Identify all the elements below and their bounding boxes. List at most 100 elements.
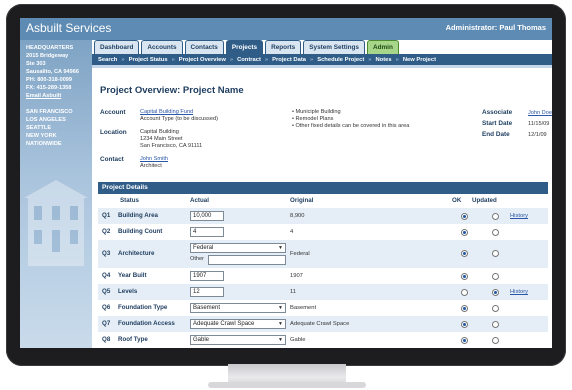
- building-count-input[interactable]: 4: [190, 227, 224, 237]
- original-value: 4: [290, 229, 294, 235]
- ok-radio[interactable]: [461, 213, 468, 220]
- contact-label: Contact: [100, 156, 124, 163]
- contact-link[interactable]: John Smith: [140, 156, 168, 163]
- history-link[interactable]: History: [510, 213, 528, 219]
- subnav-contract[interactable]: Contract: [237, 57, 261, 63]
- subnav-search[interactable]: Search: [98, 57, 117, 63]
- tab-contacts[interactable]: Contacts: [184, 40, 224, 54]
- ok-radio[interactable]: [461, 337, 468, 344]
- associate-link[interactable]: John Doe: [528, 110, 552, 117]
- table-row: Q7 Foundation Access Adequate Crawl Spac…: [98, 316, 548, 332]
- subnav-separator: »: [121, 56, 125, 63]
- location-line: 1234 Main Street: [140, 136, 183, 142]
- headquarters-address: HEADQUARTERS 2015 Bridgeway Ste 303 Saus…: [26, 44, 79, 100]
- updated-radio[interactable]: [492, 229, 499, 236]
- year-built-input[interactable]: 1907: [190, 271, 224, 281]
- account-info: Capital Building Fund Account Type (to b…: [140, 109, 218, 123]
- ok-radio[interactable]: [461, 250, 468, 257]
- roof-type-select[interactable]: Gable ▼: [190, 335, 286, 345]
- question-number: Q1: [102, 212, 111, 219]
- city-item: SEATTLE: [26, 125, 52, 131]
- updated-radio[interactable]: [492, 273, 499, 280]
- subnav-separator: »: [309, 56, 314, 63]
- question-label: Levels: [118, 288, 138, 295]
- ok-radio[interactable]: [461, 321, 468, 328]
- main-tabs: Dashboard Accounts Contacts Projects Rep…: [94, 40, 399, 54]
- subnav-project-overview[interactable]: Project Overview: [179, 57, 226, 63]
- ok-radio[interactable]: [461, 229, 468, 236]
- table-row: Q6 Foundation Type Basement ▼ Basement: [98, 300, 548, 316]
- tab-admin[interactable]: Admin: [366, 40, 399, 54]
- subnav-new-project[interactable]: New Project: [403, 57, 436, 63]
- table-row: Q8 Roof Type Gable ▼ Gable: [98, 332, 548, 348]
- architecture-select[interactable]: Federal ▼: [190, 243, 286, 253]
- email-link[interactable]: Email Asbuilt: [26, 92, 79, 100]
- office-cities: SAN FRANCISCO LOS ANGELES SEATTLE NEW YO…: [26, 108, 73, 148]
- subnav-separator: »: [368, 56, 372, 63]
- subnav-project-data[interactable]: Project Data: [272, 57, 306, 63]
- question-label: Year Built: [118, 272, 147, 279]
- updated-radio[interactable]: [492, 250, 499, 257]
- question-label: Architecture: [118, 250, 155, 257]
- ok-radio[interactable]: [461, 289, 468, 296]
- table-row: Q3 Architecture Federal ▼ Other Federal: [98, 240, 548, 268]
- monitor-stand-foot: [208, 382, 366, 388]
- question-number: Q3: [102, 250, 111, 257]
- start-date-label: Start Date: [482, 120, 513, 127]
- city-item: SAN FRANCISCO: [26, 109, 73, 115]
- contact-role: Architect: [140, 163, 162, 169]
- tab-accounts[interactable]: Accounts: [141, 40, 183, 54]
- column-updated: Updated: [472, 197, 497, 204]
- other-label: Other: [190, 256, 204, 262]
- tab-dashboard[interactable]: Dashboard: [94, 40, 140, 54]
- address-line: 2015 Bridgeway: [26, 53, 69, 59]
- updated-radio[interactable]: [492, 321, 499, 328]
- subnav-schedule-project[interactable]: Schedule Project: [317, 57, 364, 63]
- note-item: • Other fixed details can be covered in …: [292, 123, 410, 129]
- column-status: Status: [120, 197, 139, 204]
- column-original: Original: [290, 197, 314, 204]
- note-item: • Remodel Plans: [292, 116, 334, 122]
- updated-radio[interactable]: [492, 337, 499, 344]
- foundation-type-select[interactable]: Basement ▼: [190, 303, 286, 313]
- location-label: Location: [100, 129, 127, 136]
- question-number: Q8: [102, 336, 111, 343]
- updated-radio[interactable]: [492, 289, 499, 296]
- note-item: • Municiple Building: [292, 109, 341, 115]
- original-value: Adequate Crawl Space: [290, 321, 350, 327]
- contact-info: John Smith Architect: [140, 156, 168, 170]
- associate-label: Associate: [482, 109, 513, 116]
- app-header: Asbuilt Services Administrator: Paul Tho…: [20, 18, 552, 40]
- architecture-other-input[interactable]: [208, 255, 286, 265]
- tab-system-settings[interactable]: System Settings: [303, 40, 365, 54]
- updated-radio[interactable]: [492, 213, 499, 220]
- address-line: Ste 303: [26, 61, 46, 67]
- question-label: Foundation Access: [118, 320, 175, 327]
- question-number: Q7: [102, 320, 111, 327]
- subnav-project-status[interactable]: Project Status: [129, 57, 168, 63]
- question-number: Q6: [102, 304, 111, 311]
- levels-input[interactable]: 12: [190, 287, 224, 297]
- location-line: Capital Building: [140, 129, 179, 135]
- tab-projects[interactable]: Projects: [225, 40, 264, 54]
- address-line: HEADQUARTERS: [26, 45, 74, 51]
- account-link[interactable]: Capital Building Fund: [140, 109, 218, 116]
- original-value: Federal: [290, 251, 310, 257]
- architecture-selected: Federal: [193, 245, 214, 251]
- project-notes-list: • Municiple Building • Remodel Plans • O…: [292, 109, 409, 130]
- table-row: Q5 Levels 12 11 History: [98, 284, 548, 300]
- building-area-input[interactable]: 10,000: [190, 211, 224, 221]
- dropdown-arrow-icon: ▼: [278, 321, 283, 327]
- original-value: 1907: [290, 273, 303, 279]
- ok-radio[interactable]: [461, 273, 468, 280]
- foundation-access-selected: Adequate Crawl Space: [193, 321, 255, 327]
- updated-radio[interactable]: [492, 305, 499, 312]
- subnav-notes[interactable]: Notes: [376, 57, 392, 63]
- page-title: Project Overview: Project Name: [100, 85, 244, 96]
- admin-user-name[interactable]: Administrator: Paul Thomas: [446, 23, 546, 32]
- tab-reports[interactable]: Reports: [265, 40, 302, 54]
- foundation-access-select[interactable]: Adequate Crawl Space ▼: [190, 319, 286, 329]
- question-label: Building Area: [118, 212, 158, 219]
- ok-radio[interactable]: [461, 305, 468, 312]
- history-link[interactable]: History: [510, 289, 528, 295]
